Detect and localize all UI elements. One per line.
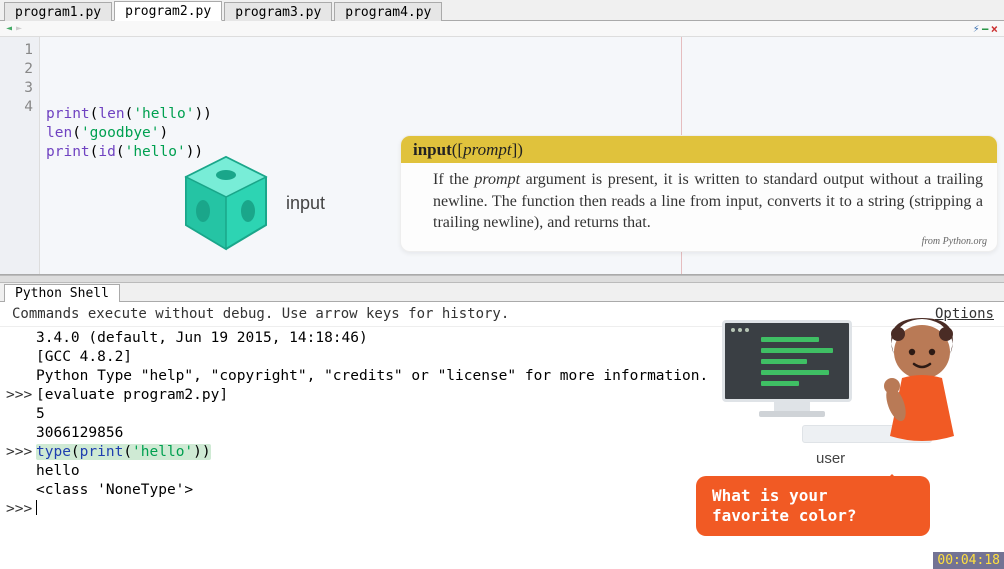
shell-hint: Commands execute without debug. Use arro… [12,306,509,322]
shell-prompt: >>> [0,443,36,462]
shell-prompt: >>> [0,500,36,519]
editor-toolbar: ◄ ► ⚡ − × [0,21,1004,37]
doc-card-source: from Python.org [401,236,997,251]
shell-cursor [36,500,37,515]
user-label: user [816,450,845,467]
tab-python-shell[interactable]: Python Shell [4,284,120,302]
shell-prompt [0,424,36,443]
code-line[interactable]: print(len('hello')) [46,105,1004,124]
code-editor[interactable]: 1 2 3 4 print(len('hello'))len('goodbye'… [0,37,1004,275]
tab-program1[interactable]: program1.py [4,2,112,21]
tab-program3[interactable]: program3.py [224,2,332,21]
nav-back-icon[interactable]: ◄ [6,23,12,34]
shell-prompt [0,348,36,367]
shell-prompt [0,367,36,386]
cube-label: input [286,193,325,214]
doc-card: input([prompt]) If the prompt argument i… [400,135,998,252]
speech-bubble: What is your favorite color? [696,476,930,536]
user-illustration: user What is your favorite color? [722,320,992,500]
tab-program4[interactable]: program4.py [334,2,442,21]
cube-icon [180,153,272,253]
pane-splitter[interactable] [0,275,1004,283]
shell-prompt [0,405,36,424]
minus-icon[interactable]: − [982,22,989,36]
line-gutter: 1 2 3 4 [0,37,40,274]
tab-program2[interactable]: program2.py [114,1,222,21]
nav-fwd-icon[interactable]: ► [16,23,22,34]
close-icon[interactable]: × [991,22,998,36]
input-illustration: input [180,153,325,253]
doc-card-body: If the prompt argument is present, it is… [401,163,997,236]
monitor-icon [722,320,862,428]
shell-prompt: >>> [0,386,36,405]
shell-prompt [0,462,36,481]
shell-prompt [0,481,36,500]
tab-bar: program1.py program2.py program3.py prog… [0,0,1004,21]
shell-prompt [0,329,36,348]
shell-tab-bar: Python Shell [0,283,1004,302]
doc-card-header: input([prompt]) [401,136,997,163]
video-timestamp: 00:04:18 [933,552,1004,569]
person-icon [862,308,982,458]
bolt-icon[interactable]: ⚡ [973,22,980,35]
